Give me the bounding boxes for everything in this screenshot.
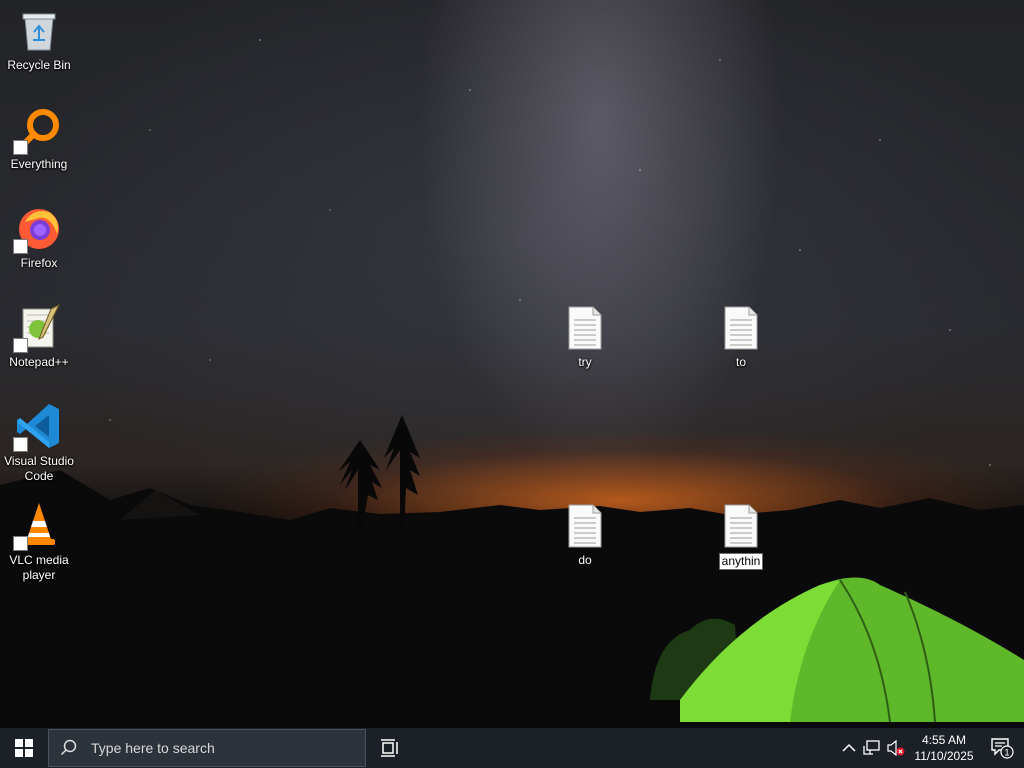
shortcut-arrow-icon bbox=[13, 338, 28, 353]
desktop-icon-notepad-plus-plus[interactable]: Notepad++ bbox=[1, 303, 77, 370]
clock-button[interactable]: 4:55 AM 11/10/2025 bbox=[908, 728, 980, 768]
network-button[interactable] bbox=[860, 728, 884, 768]
network-icon bbox=[863, 740, 880, 755]
desktop-file-to[interactable]: to bbox=[703, 303, 779, 370]
desktop-icon-label: Everything bbox=[10, 157, 68, 171]
text-file-icon bbox=[717, 303, 765, 351]
task-view-icon bbox=[381, 739, 398, 757]
clock-time: 4:55 AM bbox=[921, 733, 966, 747]
desktop-icon-label: Visual Studio Code bbox=[4, 454, 74, 483]
desktop-icon-vlc[interactable]: VLC media player bbox=[1, 501, 77, 583]
clock-date: 11/10/2025 bbox=[914, 749, 974, 763]
desktop-file-label: to bbox=[735, 355, 746, 369]
vscode-icon bbox=[13, 402, 63, 452]
show-hidden-icons-button[interactable] bbox=[838, 728, 860, 768]
desktop-icon-recycle-bin[interactable]: Recycle Bin bbox=[1, 6, 77, 73]
shortcut-arrow-icon bbox=[13, 140, 28, 155]
everything-search-icon bbox=[13, 105, 63, 155]
notification-count: 1 bbox=[1004, 748, 1009, 758]
desktop-icon-everything[interactable]: Everything bbox=[1, 105, 77, 172]
notepad-plus-plus-icon bbox=[13, 303, 63, 353]
recycle-bin-icon bbox=[15, 6, 63, 54]
desktop[interactable]: Recycle Bin Everything Firefox Notepad++… bbox=[0, 0, 1024, 728]
desktop-icon-label: Firefox bbox=[20, 256, 58, 270]
desktop-icon-label: Notepad++ bbox=[9, 355, 69, 369]
windows-logo-icon bbox=[15, 739, 33, 757]
desktop-file-anythin[interactable]: anythin bbox=[703, 501, 779, 570]
desktop-icon-label: VLC media player bbox=[9, 553, 69, 582]
taskbar-search-box[interactable] bbox=[48, 729, 366, 767]
firefox-icon bbox=[13, 204, 63, 254]
shortcut-arrow-icon bbox=[13, 437, 28, 452]
desktop-file-label: do bbox=[578, 553, 592, 567]
task-view-button[interactable] bbox=[366, 728, 414, 768]
desktop-file-label: try bbox=[578, 355, 592, 369]
action-center-button[interactable]: 1 bbox=[980, 728, 1024, 768]
search-input[interactable] bbox=[89, 739, 353, 757]
chevron-up-icon bbox=[842, 743, 856, 752]
search-icon bbox=[49, 739, 89, 757]
desktop-icon-label: Recycle Bin bbox=[7, 58, 71, 72]
desktop-file-do[interactable]: do bbox=[547, 501, 623, 568]
taskbar: 4:55 AM 11/10/2025 1 bbox=[0, 728, 1024, 768]
shortcut-arrow-icon bbox=[13, 239, 28, 254]
desktop-file-label-rename[interactable]: anythin bbox=[718, 553, 764, 570]
wallpaper-landscape bbox=[0, 415, 1024, 728]
volume-button[interactable] bbox=[884, 728, 908, 768]
notification-icon: 1 bbox=[991, 738, 1014, 759]
desktop-icon-vscode[interactable]: Visual Studio Code bbox=[1, 402, 77, 484]
vlc-icon bbox=[13, 501, 63, 551]
desktop-icon-firefox[interactable]: Firefox bbox=[1, 204, 77, 271]
desktop-file-try[interactable]: try bbox=[547, 303, 623, 370]
start-button[interactable] bbox=[0, 728, 48, 768]
volume-muted-icon bbox=[887, 740, 905, 756]
system-tray: 4:55 AM 11/10/2025 1 bbox=[838, 728, 1024, 768]
text-file-icon bbox=[561, 303, 609, 351]
text-file-icon bbox=[561, 501, 609, 549]
text-file-icon bbox=[717, 501, 765, 549]
shortcut-arrow-icon bbox=[13, 536, 28, 551]
